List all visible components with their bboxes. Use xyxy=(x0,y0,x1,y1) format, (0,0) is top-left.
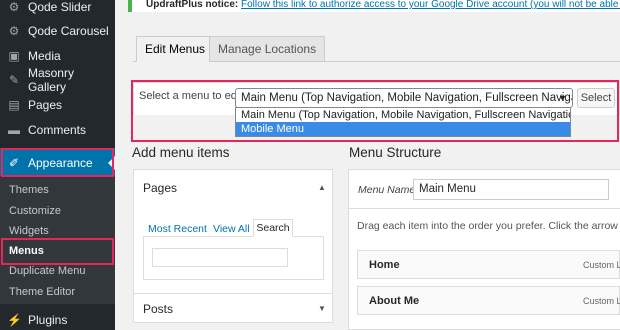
submenu-item-theme-editor[interactable]: Theme Editor xyxy=(0,282,115,302)
menu-item-type: Custom Li xyxy=(583,296,620,306)
submenu-item-customize[interactable]: Customize xyxy=(0,201,115,221)
tab-edit-menus[interactable]: Edit Menus xyxy=(136,36,215,62)
notice-link[interactable]: Follow this link to authorize access to … xyxy=(241,0,620,10)
updraftplus-notice: UpdraftPlus notice: Follow this link to … xyxy=(128,0,620,12)
menu-name-input[interactable]: Main Menu xyxy=(413,179,609,200)
menu-select-dropdown: Main Menu (Top Navigation, Mobile Naviga… xyxy=(235,107,571,137)
media-icon: ▣ xyxy=(8,49,20,63)
tab-search[interactable]: Search xyxy=(253,219,293,237)
menu-item-title: About Me xyxy=(369,295,420,307)
sidebar-item-label: Media xyxy=(28,49,61,63)
add-menu-items-heading: Add menu items xyxy=(132,145,230,160)
sidebar-item-qode-slider[interactable]: ⚙ Qode Slider xyxy=(0,0,115,19)
structure-divider xyxy=(348,208,620,209)
posts-box: Posts ▼ xyxy=(133,293,333,323)
tab-view-all[interactable]: View All xyxy=(213,223,250,235)
drag-instructions: Drag each item into the order you prefer… xyxy=(357,220,620,232)
sidebar-item-comments[interactable]: ▬ Comments xyxy=(0,118,115,142)
sidebar-item-label: Plugins xyxy=(28,313,68,327)
chevron-up-icon[interactable]: ▲ xyxy=(318,183,326,192)
pin-icon: ✎ xyxy=(8,73,19,87)
menu-item-row[interactable]: Home Custom Li xyxy=(357,250,620,279)
sidebar-item-label: Masonry Gallery xyxy=(27,66,74,94)
dropdown-option-main-menu[interactable]: Main Menu (Top Navigation, Mobile Naviga… xyxy=(236,108,570,122)
slider-icon: ⚙ xyxy=(8,0,20,14)
menus-highlight xyxy=(1,238,114,265)
page-icon: ▤ xyxy=(8,98,20,112)
sidebar-item-label: Qode Carousel xyxy=(28,24,109,38)
sidebar-item-label: Pages xyxy=(28,98,63,112)
menu-structure-heading: Menu Structure xyxy=(349,145,442,160)
tab-most-recent[interactable]: Most Recent xyxy=(148,223,207,235)
tab-manage-locations[interactable]: Manage Locations xyxy=(209,36,326,62)
menu-item-title: Home xyxy=(369,259,400,271)
plug-icon: ⚡ xyxy=(7,313,22,327)
sidebar-item-plugins[interactable]: ⚡ Plugins xyxy=(0,308,115,330)
sidebar-item-label: Qode Slider xyxy=(28,0,92,14)
posts-box-title[interactable]: Posts xyxy=(143,302,173,316)
notice-title: UpdraftPlus notice: xyxy=(146,0,239,10)
menu-name-label: Menu Name xyxy=(358,184,416,196)
chevron-down-icon[interactable]: ▼ xyxy=(318,304,326,313)
sidebar-item-pages[interactable]: ▤ Pages xyxy=(0,93,115,117)
carousel-icon: ⚙ xyxy=(8,24,20,38)
sidebar-item-label: Comments xyxy=(28,123,87,137)
sidebar-item-media[interactable]: ▣ Media xyxy=(0,44,115,68)
submenu-item-themes[interactable]: Themes xyxy=(0,180,115,200)
appearance-highlight xyxy=(1,148,114,177)
dropdown-option-mobile-menu[interactable]: Mobile Menu xyxy=(236,122,570,136)
menu-item-row[interactable]: About Me Custom Li xyxy=(357,286,620,315)
pages-box-title[interactable]: Pages xyxy=(143,181,177,195)
sidebar-item-qode-carousel[interactable]: ⚙ Qode Carousel xyxy=(0,19,115,43)
comment-icon: ▬ xyxy=(8,123,20,137)
menu-item-type: Custom Li xyxy=(583,260,620,270)
sidebar-item-masonry-gallery[interactable]: ✎ Masonry Gallery xyxy=(0,66,115,94)
pages-search-input[interactable] xyxy=(152,248,288,267)
